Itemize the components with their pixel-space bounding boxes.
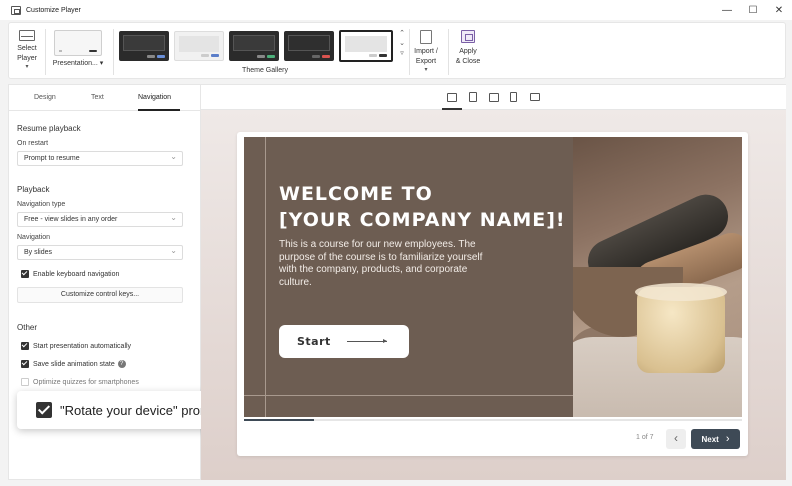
apply-close-button[interactable]: Apply & Close [453, 28, 483, 67]
caret-down-icon: ▾ [25, 64, 29, 70]
theme-gallery [117, 27, 397, 67]
window-controls: — ☐ ✕ [722, 0, 784, 20]
slide-decor-line [265, 137, 266, 417]
theme-thumb-dark-2[interactable] [229, 31, 279, 61]
select-player-button[interactable]: Select Player ▾ [15, 28, 39, 70]
theme-thumb-light[interactable] [174, 31, 224, 61]
monitor-icon [19, 30, 35, 41]
apply-icon [461, 30, 475, 43]
on-restart-select[interactable]: Prompt to resume [17, 150, 183, 166]
checkbox-checked-icon [21, 342, 29, 350]
on-restart-label: On restart [17, 140, 49, 147]
theme-thumb-dark-3[interactable] [284, 31, 334, 61]
ribbon-divider [409, 29, 410, 75]
help-icon[interactable]: ? [117, 360, 126, 368]
caret-down-icon: ▾ [99, 60, 104, 67]
page-count: 1 of 7 [636, 434, 654, 441]
chevron-down-icon[interactable]: ⌄ [398, 39, 406, 49]
active-tab-indicator [138, 109, 180, 111]
slide-photo [573, 137, 742, 417]
rotate-device-prompt-label: "Rotate your device" prompt [60, 402, 222, 418]
customize-control-keys-button[interactable]: Customize control keys... [17, 287, 183, 303]
tab-text[interactable]: Text [91, 94, 104, 101]
ribbon-toolbar: Select Player ▾ Presentation... ▾ ⌃ ⌄ ▿ … [8, 22, 786, 79]
previous-button[interactable]: ‹ [666, 429, 686, 449]
tab-bar: Design Text Navigation [9, 85, 202, 111]
playback-title: Playback [17, 185, 50, 194]
gallery-scroll: ⌃ ⌄ ▿ [398, 29, 406, 59]
caret-down-icon: ▾ [424, 67, 428, 73]
other-title: Other [17, 323, 38, 332]
desktop-icon[interactable] [447, 93, 457, 102]
optimize-quizzes-checkbox[interactable]: Optimize quizzes for smartphones [21, 378, 139, 386]
slide-canvas: WELCOME TO [YOUR COMPANY NAME]! This is … [244, 137, 742, 417]
checkbox-checked-icon [36, 402, 52, 418]
close-button[interactable]: ✕ [774, 5, 784, 16]
theme-gallery-label: Theme Gallery [242, 67, 288, 74]
next-button[interactable]: Next › [691, 429, 740, 449]
theme-thumb-selected[interactable] [339, 30, 393, 62]
keyboard-navigation-checkbox[interactable]: Enable keyboard navigation [21, 270, 119, 278]
file-import-icon [420, 30, 432, 44]
import-export-button[interactable]: Import / Export ▾ [411, 28, 441, 73]
arrow-right-icon [346, 339, 387, 343]
slide-headline: WELCOME TO [YOUR COMPANY NAME]! [279, 183, 566, 231]
checkbox-checked-icon [21, 270, 29, 278]
presentation-thumbnail [54, 30, 102, 56]
resume-playback-title: Resume playback [17, 124, 81, 133]
chevron-right-icon: › [725, 433, 730, 445]
tablet-landscape-icon[interactable] [489, 93, 499, 102]
ribbon-divider [45, 29, 46, 75]
phone-landscape-icon[interactable] [530, 93, 540, 101]
tab-design[interactable]: Design [34, 94, 56, 101]
tab-navigation[interactable]: Navigation [138, 94, 171, 101]
checkbox-checked-icon [21, 360, 29, 368]
device-preview-bar [201, 84, 786, 110]
navigation-type-select[interactable]: Free - view slides in any order [17, 211, 183, 227]
navigation-select[interactable]: By slides [17, 244, 183, 260]
save-animation-state-checkbox[interactable]: Save slide animation state ? [21, 360, 126, 368]
chevron-up-icon[interactable]: ⌃ [398, 29, 406, 39]
maximize-button[interactable]: ☐ [748, 5, 758, 16]
more-icon[interactable]: ▿ [398, 49, 406, 59]
title-bar: Customize Player — ☐ ✕ [0, 0, 792, 20]
navigation-label: Navigation [17, 234, 51, 241]
ribbon-divider [113, 29, 114, 75]
slide-progress-fill [244, 419, 314, 421]
navigation-type-label: Navigation type [17, 201, 66, 208]
slide-progress-bar [244, 419, 742, 421]
theme-thumb-dark-1[interactable] [119, 31, 169, 61]
slide-decor-line [244, 395, 573, 396]
slide-start-button[interactable]: Start [279, 325, 409, 358]
chevron-left-icon: ‹ [674, 431, 678, 445]
phone-portrait-icon[interactable] [510, 92, 517, 102]
tablet-portrait-icon[interactable] [469, 92, 477, 102]
app-icon [11, 5, 21, 15]
start-automatically-checkbox[interactable]: Start presentation automatically [21, 342, 131, 350]
window-title: Customize Player [26, 6, 81, 14]
ribbon-divider [448, 29, 449, 75]
checkbox-unchecked-icon [21, 378, 29, 386]
minimize-button[interactable]: — [722, 5, 732, 16]
presentation-button[interactable]: Presentation... ▾ [51, 28, 105, 69]
slide-body-text: This is a course for our new employees. … [279, 239, 483, 288]
